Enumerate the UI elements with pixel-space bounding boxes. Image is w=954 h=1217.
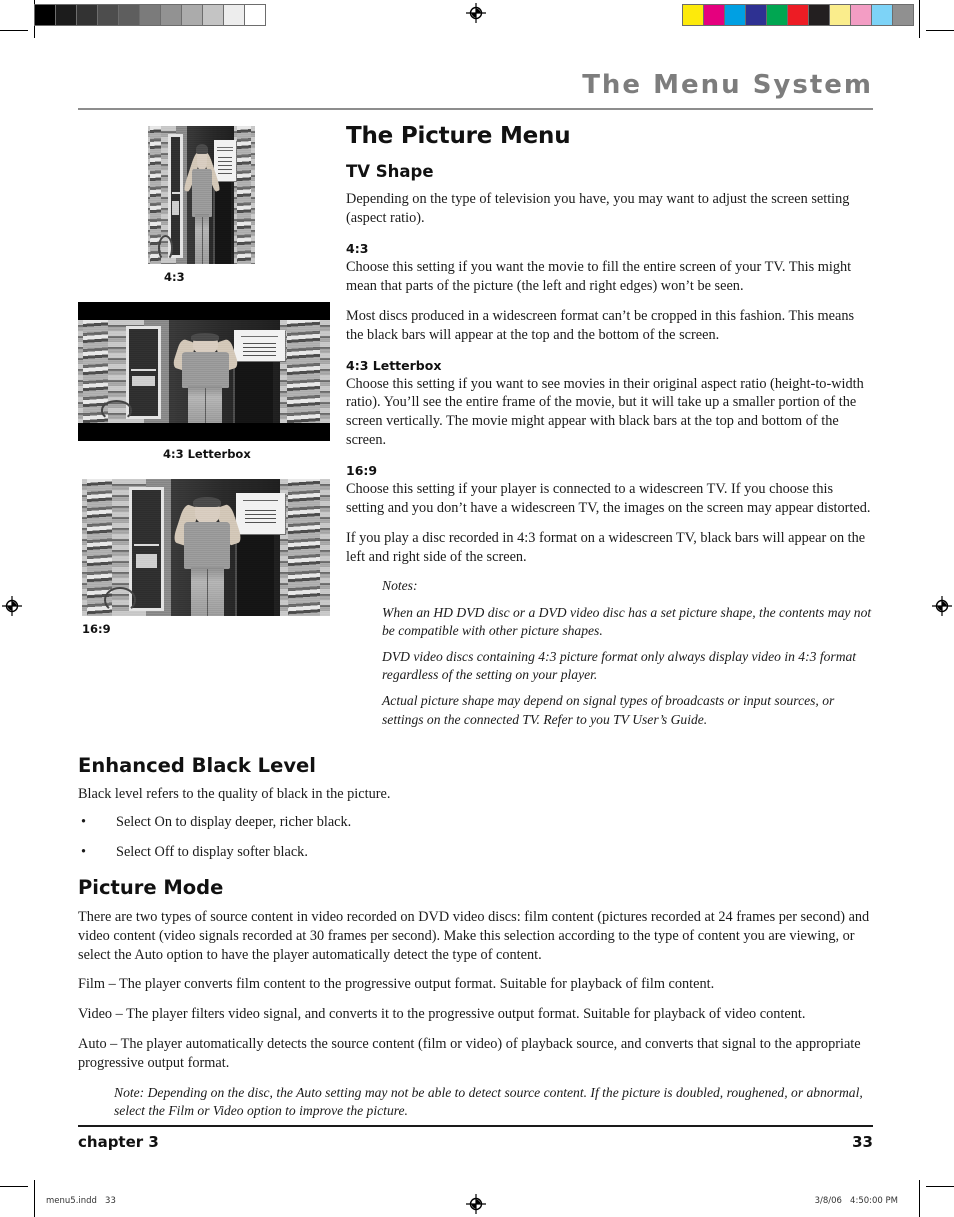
enhanced-black-level-bullets: • Select On to display deeper, richer bl…	[78, 813, 873, 861]
grayscale-bar-swatch	[245, 5, 265, 25]
picture-mode-paragraph-film: Film – The player converts film content …	[78, 976, 715, 993]
color-bar-swatch	[704, 5, 725, 25]
grayscale-bar-swatch	[140, 5, 161, 25]
list-item: • Select Off to display softer black.	[78, 843, 873, 862]
picture-mode-paragraph-video: Video – The player filters video signal,…	[78, 1006, 806, 1023]
color-bar-swatch	[851, 5, 872, 25]
paragraph-16-9-2: If you play a disc recorded in 4:3 forma…	[346, 529, 866, 565]
text-column: The Picture Menu TV Shape Depending on t…	[346, 123, 873, 737]
porch-photo-image	[82, 479, 330, 616]
page-title: The Picture Menu	[346, 123, 571, 149]
photo-grain-overlay	[82, 479, 330, 616]
running-head-rule	[78, 108, 873, 110]
picture-mode-paragraph-auto: Auto – The player automatically detects …	[78, 1036, 861, 1071]
color-bar-swatch	[683, 5, 704, 25]
chapter-label: chapter 3	[78, 1133, 159, 1151]
crop-mark-left-bottom	[34, 1180, 35, 1217]
figure-caption: 4:3	[164, 270, 185, 284]
grayscale-bar-swatch	[203, 5, 224, 25]
heading-tv-shape: TV Shape	[346, 162, 434, 182]
slug-timestamp: 3/8/06 4:50:00 PM	[814, 1196, 898, 1206]
heading-16-9: 16:9	[346, 463, 378, 479]
notes-block: Notes: When an HD DVD disc or a DVD vide…	[382, 577, 873, 728]
grayscale-bar-swatch	[119, 5, 140, 25]
picture-mode-paragraph-1: There are two types of source content in…	[78, 908, 870, 963]
porch-photo-image	[148, 126, 255, 264]
heading-4-3-letterbox: 4:3 Letterbox	[346, 357, 442, 373]
folio-rule	[78, 1125, 873, 1127]
crop-mark-right-top	[919, 0, 920, 38]
enhanced-black-level-intro: Black level refers to the quality of bla…	[78, 786, 391, 803]
bullet-dot-icon: •	[81, 814, 87, 831]
grayscale-bar-swatch	[98, 5, 119, 25]
grayscale-bar-swatch	[56, 5, 77, 25]
figure-aspect-16-9: 16:9	[78, 479, 330, 636]
note-item-3: Actual picture shape may depend on signa…	[382, 693, 835, 727]
slug-filename: menu5.indd 33	[46, 1196, 116, 1206]
bullet-dot-icon: •	[81, 843, 87, 860]
figure-aspect-4-3: 4:3	[78, 126, 255, 284]
color-bar-swatch	[830, 5, 851, 25]
crop-mark-right-bottom	[919, 1180, 920, 1217]
heading-4-3: 4:3	[346, 241, 369, 257]
figure-caption: 4:3 Letterbox	[163, 447, 251, 461]
color-bar-swatch	[788, 5, 809, 25]
crop-mark-left-top	[34, 0, 35, 38]
color-bar-swatch	[809, 5, 830, 25]
crop-mark-bottomright-h	[926, 1186, 954, 1187]
crop-mark-bottomleft-h	[0, 1186, 28, 1187]
registration-target-icon-bottom	[466, 1194, 486, 1214]
registration-target-icon-top	[466, 3, 486, 23]
crop-mark-topright-h	[926, 30, 954, 31]
grayscale-bar-swatch	[35, 5, 56, 25]
enhanced-black-level-section: Enhanced Black Level Black level refers …	[78, 753, 873, 861]
registration-target-icon-left	[2, 596, 22, 616]
registration-target-icon-right	[932, 596, 952, 616]
picture-mode-note: Note: Depending on the disc, the Auto se…	[114, 1084, 863, 1118]
tv-screenshot-16-9	[82, 479, 330, 616]
porch-photo-image	[78, 320, 330, 423]
heading-picture-mode: Picture Mode	[78, 876, 224, 900]
note-item-1: When an HD DVD disc or a DVD video disc …	[382, 604, 872, 638]
picture-mode-section: Picture Mode There are two types of sour…	[78, 877, 873, 1120]
grayscale-calibration-bars	[34, 4, 266, 26]
notes-label: Notes:	[382, 578, 418, 594]
color-bar-swatch	[893, 5, 913, 25]
running-head-title: The Menu System	[582, 70, 873, 100]
grayscale-bar-swatch	[161, 5, 182, 25]
tv-shape-intro: Depending on the type of television you …	[346, 191, 850, 227]
tv-screenshot-4-3-letterbox	[78, 302, 330, 441]
list-item-label: Select On to display deeper, richer blac…	[116, 814, 352, 831]
color-bar-swatch	[767, 5, 788, 25]
note-item-2: DVD video discs containing 4:3 picture f…	[382, 649, 857, 683]
figure-column: 4:3 4:3 Letterbox 16:9	[78, 124, 346, 654]
paragraph-4-3-1: Choose this setting if you want the movi…	[346, 259, 852, 295]
figure-caption: 16:9	[82, 622, 111, 636]
color-bar-swatch	[746, 5, 767, 25]
figure-aspect-4-3-letterbox: 4:3 Letterbox	[78, 302, 330, 461]
page-number: 33	[852, 1133, 873, 1151]
heading-enhanced-black-level: Enhanced Black Level	[78, 753, 316, 777]
list-item-label: Select Off to display softer black.	[116, 843, 308, 860]
color-bar-swatch	[725, 5, 746, 25]
tv-screenshot-4-3	[148, 126, 255, 264]
photo-grain-overlay	[148, 126, 255, 264]
photo-grain-overlay	[78, 320, 330, 423]
paragraph-16-9-1: Choose this setting if your player is co…	[346, 481, 871, 516]
color-calibration-bars	[682, 4, 914, 26]
list-item: • Select On to display deeper, richer bl…	[78, 813, 873, 832]
crop-mark-topleft-h	[0, 30, 28, 31]
page-content: 4:3 4:3 Letterbox 16:9 The Picture Menu …	[78, 123, 873, 1120]
grayscale-bar-swatch	[182, 5, 203, 25]
grayscale-bar-swatch	[224, 5, 245, 25]
grayscale-bar-swatch	[77, 5, 98, 25]
folio: chapter 3 33	[78, 1133, 873, 1151]
paragraph-4-3-2: Most discs produced in a widescreen form…	[346, 307, 855, 343]
figures-and-text: 4:3 4:3 Letterbox 16:9 The Picture Menu …	[78, 123, 873, 737]
paragraph-letterbox-1: Choose this setting if you want to see m…	[346, 375, 864, 449]
color-bar-swatch	[872, 5, 893, 25]
